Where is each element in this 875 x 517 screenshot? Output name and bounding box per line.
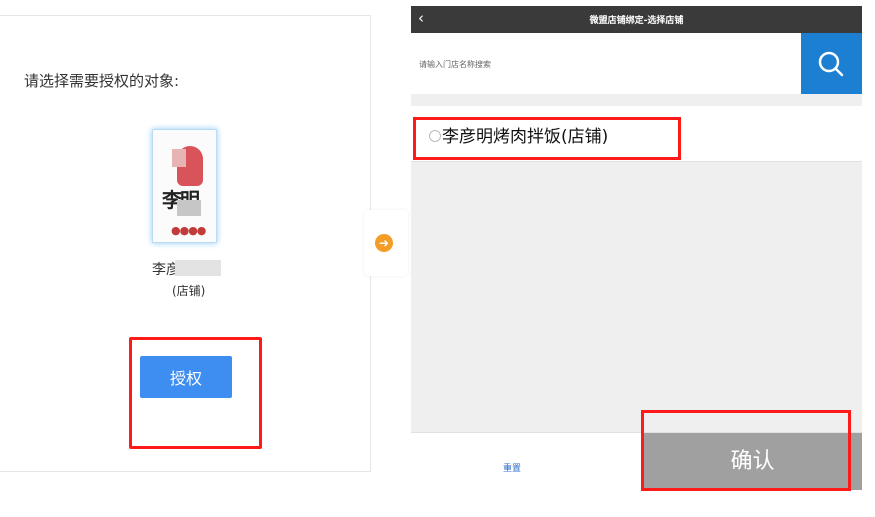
search-button[interactable] [801, 33, 862, 94]
highlight-box-confirm [641, 410, 851, 491]
select-object-prompt: 请选择需要授权的对象: [24, 72, 180, 90]
highlight-box-store [413, 117, 681, 160]
search-bar [411, 33, 862, 94]
search-input[interactable] [417, 53, 791, 75]
highlight-box-authorize [129, 337, 262, 449]
arrow-right-circle-icon: ➜ [375, 234, 393, 252]
store-type-tag: (店铺) [172, 284, 206, 298]
page-title: 微盟店铺绑定-选择店铺 [589, 16, 684, 26]
store-name-blur [175, 260, 221, 276]
logo-blur-patch [177, 200, 201, 216]
title-bar: ‹ 微盟店铺绑定-选择店铺 [411, 6, 862, 33]
logo-blur-patch [172, 149, 186, 167]
logo-dots: ●●●● [171, 224, 206, 237]
store-logo-card[interactable]: 李明 ●●●● [152, 129, 217, 243]
reset-button[interactable]: 重置 [503, 461, 521, 474]
search-icon [818, 51, 844, 77]
arrow-connector: ➜ [364, 210, 408, 276]
